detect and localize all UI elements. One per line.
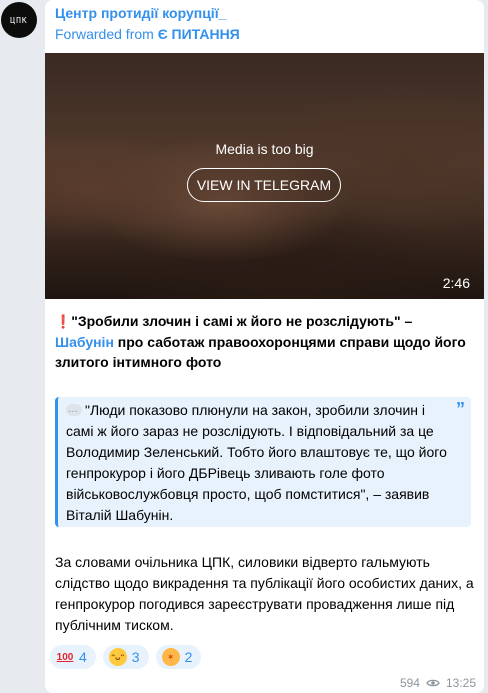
- mention-link[interactable]: Шабунін: [55, 334, 114, 350]
- reaction-exploding-head[interactable]: ✶ 2: [155, 645, 202, 669]
- speech-bubble-icon: [66, 399, 82, 420]
- video-duration: 2:46: [442, 275, 470, 291]
- message-meta: 594 13:25: [400, 676, 476, 690]
- reaction-grin[interactable]: ᵔᴗᵔ 3: [102, 645, 149, 669]
- eye-icon: [426, 679, 440, 687]
- grinning-face-icon: ᵔᴗᵔ: [108, 648, 127, 666]
- exploding-head-icon: ✶: [161, 648, 180, 666]
- forwarded-from[interactable]: Forwarded from Є ПИТАННЯ: [55, 26, 240, 42]
- forwarded-source[interactable]: Є ПИТАННЯ: [158, 26, 240, 42]
- hundred-points-icon: 100: [56, 651, 74, 663]
- reaction-count: 3: [131, 649, 140, 665]
- view-count: 594: [399, 676, 420, 690]
- forwarded-prefix: Forwarded from: [55, 26, 158, 42]
- reaction-hundred[interactable]: 100 4: [50, 645, 96, 669]
- headline-rest: про саботаж правоохоронцями справи щодо …: [55, 334, 466, 370]
- reactions-bar: 100 4 ᵔᴗᵔ 3 ✶ 2: [50, 645, 202, 669]
- channel-avatar[interactable]: ЦПК: [1, 2, 37, 38]
- quote-block: "Люди показово плюнули на закон, зробили…: [55, 397, 471, 527]
- headline-quote: "Зробили злочин і самі ж його не розслід…: [71, 313, 401, 329]
- message-time: 13:25: [445, 676, 476, 690]
- quote-text: "Люди показово плюнули на закон, зробили…: [66, 402, 447, 523]
- reaction-count: 4: [79, 649, 87, 665]
- view-in-telegram-button[interactable]: VIEW IN TELEGRAM: [187, 168, 341, 202]
- post-headline: ❗"Зробили злочин і самі ж його не розслі…: [55, 311, 475, 372]
- reaction-count: 2: [184, 649, 193, 665]
- quote-icon: ”: [456, 399, 465, 419]
- channel-name[interactable]: Центр протидії корупції_: [55, 5, 226, 21]
- message-bubble: Центр протидії корупції_ Forwarded from …: [45, 0, 484, 693]
- post-body: За словами очільника ЦПК, силовики відве…: [55, 554, 474, 633]
- video-thumbnail[interactable]: Media is too big VIEW IN TELEGRAM 2:46: [45, 53, 484, 299]
- headline-dash: –: [400, 313, 413, 329]
- exclamation-icon: ❗: [55, 314, 72, 329]
- media-too-big-notice: Media is too big: [215, 141, 314, 157]
